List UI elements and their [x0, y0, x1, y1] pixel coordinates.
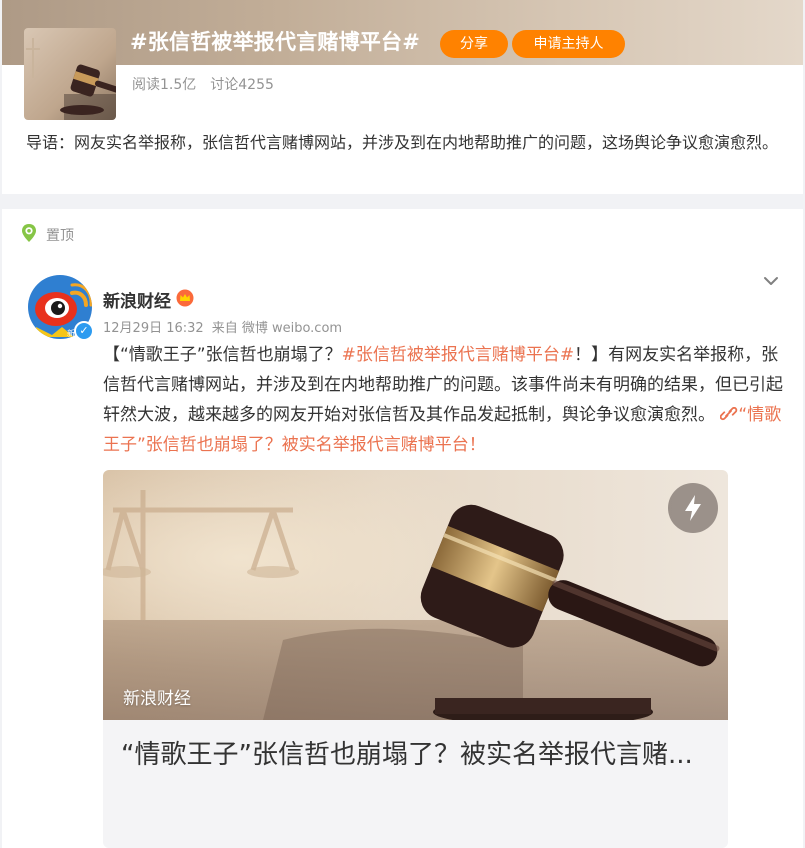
share-button[interactable]: 分享	[440, 30, 508, 58]
topic-intro: 导语：网友实名举报称，张信哲代言赌博网站，并涉及到在内地帮助推广的问题，这场舆论…	[26, 133, 779, 152]
post-text: 【“情歌王子”张信哲也崩塌了？#张信哲被举报代言赌博平台#！】有网友实名举报称，…	[103, 340, 783, 460]
flash-icon[interactable]	[668, 483, 718, 533]
hashtag-link[interactable]: #张信哲被举报代言赌博平台#	[342, 345, 575, 365]
topic-thumbnail[interactable]	[24, 28, 116, 120]
discussion-count[interactable]: 讨论4255	[210, 77, 274, 93]
article-card-title[interactable]: “情歌王子”张信哲也崩塌了？被实名举报代言赌...	[121, 736, 701, 774]
post-card: 置顶 新浪 ✓ 新浪财经	[2, 209, 803, 848]
author-avatar[interactable]: 新浪 ✓	[28, 275, 94, 341]
pin-icon	[18, 222, 40, 248]
post-text-prefix: 【“情歌王子”张信哲也崩塌了？	[103, 345, 342, 365]
author-name[interactable]: 新浪财经	[103, 287, 171, 312]
link-icon	[720, 405, 738, 425]
post-meta: 12月29日 16:32 来自 微博 weibo.com	[103, 317, 342, 336]
apply-host-button[interactable]: 申请主持人	[512, 30, 625, 58]
article-card-footer: “情歌王子”张信哲也崩塌了？被实名举报代言赌...	[103, 720, 728, 848]
article-card-image: 新浪财经	[103, 470, 728, 726]
topic-stats: 阅读1.5亿 讨论4255	[132, 74, 274, 94]
post-date[interactable]: 12月29日 16:32	[103, 321, 204, 336]
crown-icon[interactable]	[176, 289, 194, 311]
article-card[interactable]: 新浪财经 “情歌王子”张信哲也崩塌了？被实名举报代言赌...	[103, 470, 728, 848]
topic-title: #张信哲被举报代言赌博平台#	[130, 30, 420, 54]
verified-badge: ✓	[74, 321, 94, 341]
pinned-indicator: 置顶	[18, 223, 74, 247]
card-source-label: 新浪财经	[123, 689, 191, 709]
post-source: 来自 微博 weibo.com	[211, 321, 343, 336]
author-row: 新浪财经	[103, 287, 194, 312]
topic-header: #张信哲被举报代言赌博平台# 分享 申请主持人 阅读1.5亿 讨论4255 导语：…	[2, 0, 803, 194]
chevron-down-icon[interactable]	[761, 271, 781, 291]
pin-label: 置顶	[46, 228, 74, 244]
read-count: 阅读1.5亿	[132, 77, 197, 93]
